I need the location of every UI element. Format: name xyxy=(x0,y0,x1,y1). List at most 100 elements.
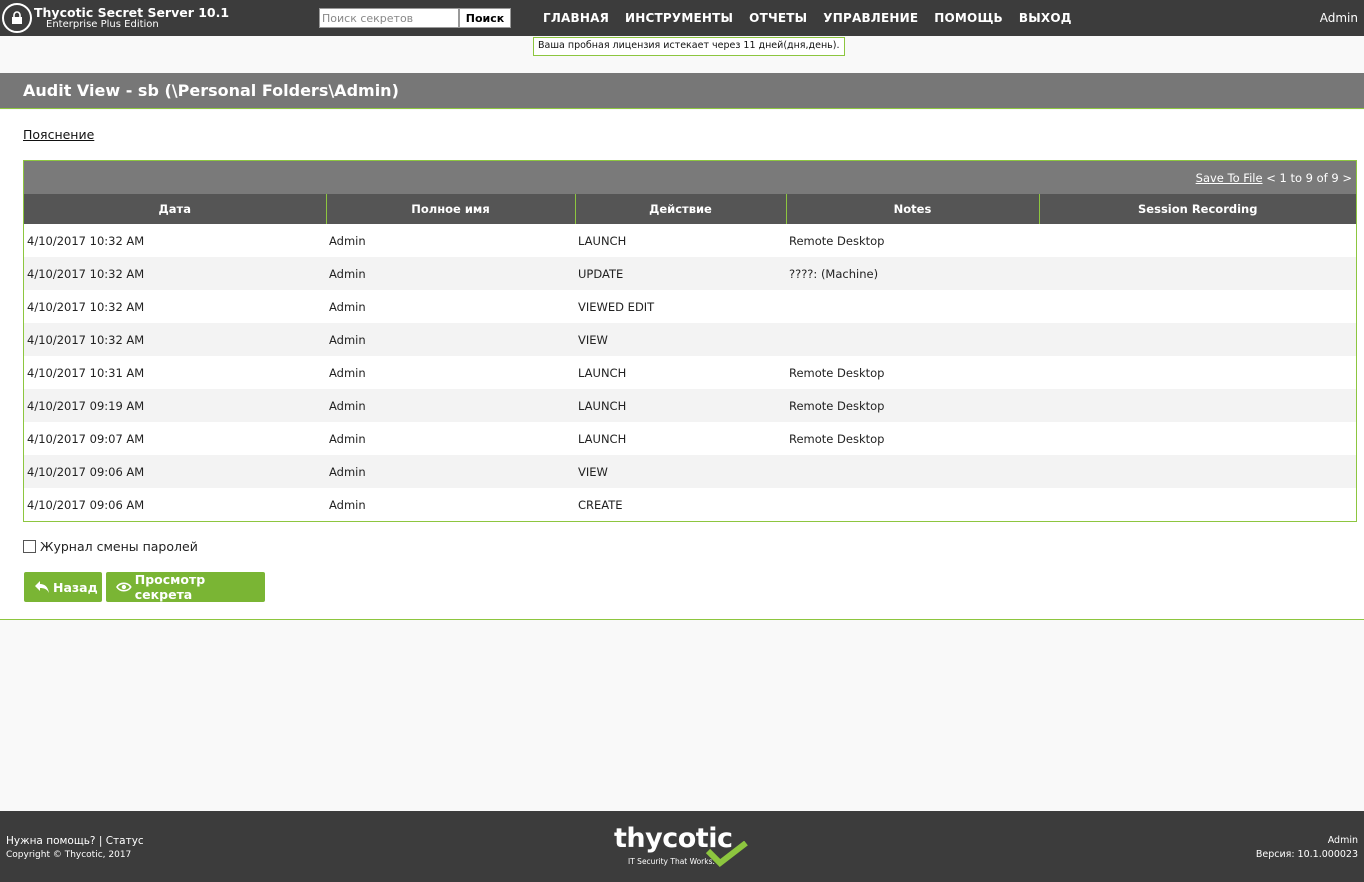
nav-admin[interactable]: УПРАВЛЕНИЕ xyxy=(823,11,918,25)
nav-home[interactable]: ГЛАВНАЯ xyxy=(543,11,609,25)
cell-date: 4/10/2017 10:31 AM xyxy=(27,365,145,380)
cell-notes: Remote Desktop xyxy=(789,431,885,446)
license-notice: Ваша пробная лицензия истекает через 11 … xyxy=(533,37,845,56)
cell-date: 4/10/2017 09:19 AM xyxy=(24,389,326,422)
audit-grid: Save To File < 1 to 9 of 9 > Дата Полное… xyxy=(23,160,1357,522)
column-date[interactable]: Дата xyxy=(24,194,326,224)
main-nav: ГЛАВНАЯ ИНСТРУМЕНТЫ ОТЧЕТЫ УПРАВЛЕНИЕ ПО… xyxy=(543,11,1088,25)
page-title: Audit View - sb (\Personal Folders\Admin… xyxy=(23,81,399,100)
search-button[interactable]: Поиск xyxy=(459,8,511,28)
main-content: Пояснение Save To File < 1 to 9 of 9 > Д… xyxy=(0,110,1364,620)
cell-session-recording xyxy=(1039,455,1356,488)
save-to-file-link[interactable]: Save To File xyxy=(1196,171,1263,185)
thycotic-logo: thycotic IT Security That Works. xyxy=(614,823,754,867)
app-title: Thycotic Secret Server 10.1 xyxy=(34,5,230,20)
password-log-label: Журнал смены паролей xyxy=(40,539,198,554)
lock-icon[interactable] xyxy=(2,3,32,33)
cell-session-recording xyxy=(1039,257,1356,290)
footer: Нужна помощь? | Статус Copyright © Thyco… xyxy=(0,811,1364,882)
cell-full-name: Admin xyxy=(326,389,575,422)
cell-action: VIEWED EDIT xyxy=(578,299,655,314)
cell-full-name: Admin xyxy=(329,365,366,380)
table-row[interactable]: 4/10/2017 09:07 AM Admin LAUNCH Remote Desk… xyxy=(24,422,1356,455)
reply-arrow-icon xyxy=(35,581,49,593)
cell-notes xyxy=(786,290,1039,323)
back-button-label: Назад xyxy=(53,579,98,595)
cell-action: LAUNCH xyxy=(578,431,627,446)
table-row[interactable]: 4/10/2017 09:06 AM Admin VIEW xyxy=(24,455,1356,488)
cell-action: VIEW xyxy=(575,455,786,488)
logo-tagline: IT Security That Works. xyxy=(628,857,715,866)
cell-notes: Remote Desktop xyxy=(789,233,885,248)
search-input[interactable] xyxy=(319,8,459,28)
cell-action: LAUNCH xyxy=(575,389,786,422)
cell-notes: Remote Desktop xyxy=(789,365,885,380)
cell-date: 4/10/2017 09:06 AM xyxy=(24,455,326,488)
explain-link[interactable]: Пояснение xyxy=(23,127,94,142)
nav-tools[interactable]: ИНСТРУМЕНТЫ xyxy=(625,11,733,25)
footer-user: Admin xyxy=(1327,835,1358,846)
version: Версия: 10.1.000023 xyxy=(1255,849,1358,860)
table-row[interactable]: 4/10/2017 09:19 AM Admin LAUNCH Remote Desk… xyxy=(24,389,1356,422)
cell-action: LAUNCH xyxy=(578,233,627,248)
table-header-row: Дата Полное имя Действие Notes Session R… xyxy=(24,194,1356,224)
column-action[interactable]: Действие xyxy=(574,194,786,224)
audit-table: Дата Полное имя Действие Notes Session R… xyxy=(24,194,1356,521)
password-log-checkbox[interactable] xyxy=(23,540,36,553)
view-secret-button[interactable]: Просмотр секрета xyxy=(106,572,265,602)
password-log-option: Журнал смены паролей xyxy=(23,539,198,554)
nav-reports[interactable]: ОТЧЕТЫ xyxy=(749,11,807,25)
cell-action: CREATE xyxy=(578,497,623,512)
cell-date: 4/10/2017 09:07 AM xyxy=(27,431,145,446)
page-titlebar: Audit View - sb (\Personal Folders\Admin… xyxy=(0,73,1364,109)
cell-action: VIEW xyxy=(575,323,786,356)
footer-left: Нужна помощь? | Статус Copyright © Thyco… xyxy=(6,834,144,862)
cell-notes xyxy=(786,323,1039,356)
cell-full-name: Admin xyxy=(329,299,366,314)
column-session-recording[interactable]: Session Recording xyxy=(1038,194,1356,224)
back-button[interactable]: Назад xyxy=(24,572,102,602)
cell-full-name: Admin xyxy=(329,233,366,248)
column-notes[interactable]: Notes xyxy=(785,194,1039,224)
checkmark-icon xyxy=(706,841,748,867)
cell-session-recording xyxy=(1039,389,1356,422)
copyright: Copyright © Thycotic, 2017 xyxy=(6,850,132,860)
cell-notes xyxy=(786,488,1039,521)
eye-icon xyxy=(116,582,132,592)
top-navbar: Thycotic Secret Server 10.1 Enterprise P… xyxy=(0,0,1364,36)
column-full-name[interactable]: Полное имя xyxy=(325,194,575,224)
cell-notes: Remote Desktop xyxy=(786,389,1039,422)
table-row[interactable]: 4/10/2017 10:32 AM Admin LAUNCH Remote Desk… xyxy=(24,224,1356,257)
cell-session-recording xyxy=(1039,224,1356,257)
pager-text[interactable]: < 1 to 9 of 9 > xyxy=(1266,171,1352,185)
table-row[interactable]: 4/10/2017 09:06 AM Admin CREATE xyxy=(24,488,1356,521)
table-row[interactable]: 4/10/2017 10:32 AM Admin UPDATE????: (Mach… xyxy=(24,257,1356,290)
cell-full-name: Admin xyxy=(329,497,366,512)
footer-right: Admin Версия: 10.1.000023 xyxy=(1256,834,1358,862)
cell-action: LAUNCH xyxy=(578,365,627,380)
cell-action: UPDATE xyxy=(575,257,786,290)
grid-toolbar: Save To File < 1 to 9 of 9 > xyxy=(24,161,1356,194)
cell-date: 4/10/2017 10:32 AM xyxy=(24,257,326,290)
app-edition: Enterprise Plus Edition xyxy=(46,19,159,30)
cell-full-name: Admin xyxy=(326,257,575,290)
cell-full-name: Admin xyxy=(326,323,575,356)
nav-help[interactable]: ПОМОЩЬ xyxy=(934,11,1003,25)
cell-session-recording xyxy=(1039,422,1356,455)
cell-session-recording xyxy=(1039,290,1356,323)
view-secret-button-label: Просмотр секрета xyxy=(134,572,206,602)
table-row[interactable]: 4/10/2017 10:32 AM Admin VIEWED EDIT xyxy=(24,290,1356,323)
user-menu[interactable]: Admin xyxy=(1320,11,1358,25)
cell-notes xyxy=(786,455,1039,488)
grid-pager: Save To File < 1 to 9 of 9 > xyxy=(1196,171,1352,185)
cell-notes: ????: (Machine) xyxy=(786,257,1039,290)
help-status-links[interactable]: Нужна помощь? | Статус xyxy=(6,834,144,848)
table-row[interactable]: 4/10/2017 10:31 AM Admin LAUNCH Remote Desk… xyxy=(24,356,1356,389)
cell-full-name: Admin xyxy=(326,455,575,488)
cell-date: 4/10/2017 10:32 AM xyxy=(27,233,145,248)
cell-session-recording xyxy=(1039,323,1356,356)
cell-date: 4/10/2017 10:32 AM xyxy=(24,323,326,356)
nav-logout[interactable]: ВЫХОД xyxy=(1019,11,1072,25)
cell-session-recording xyxy=(1039,488,1356,521)
table-row[interactable]: 4/10/2017 10:32 AM Admin VIEW xyxy=(24,323,1356,356)
